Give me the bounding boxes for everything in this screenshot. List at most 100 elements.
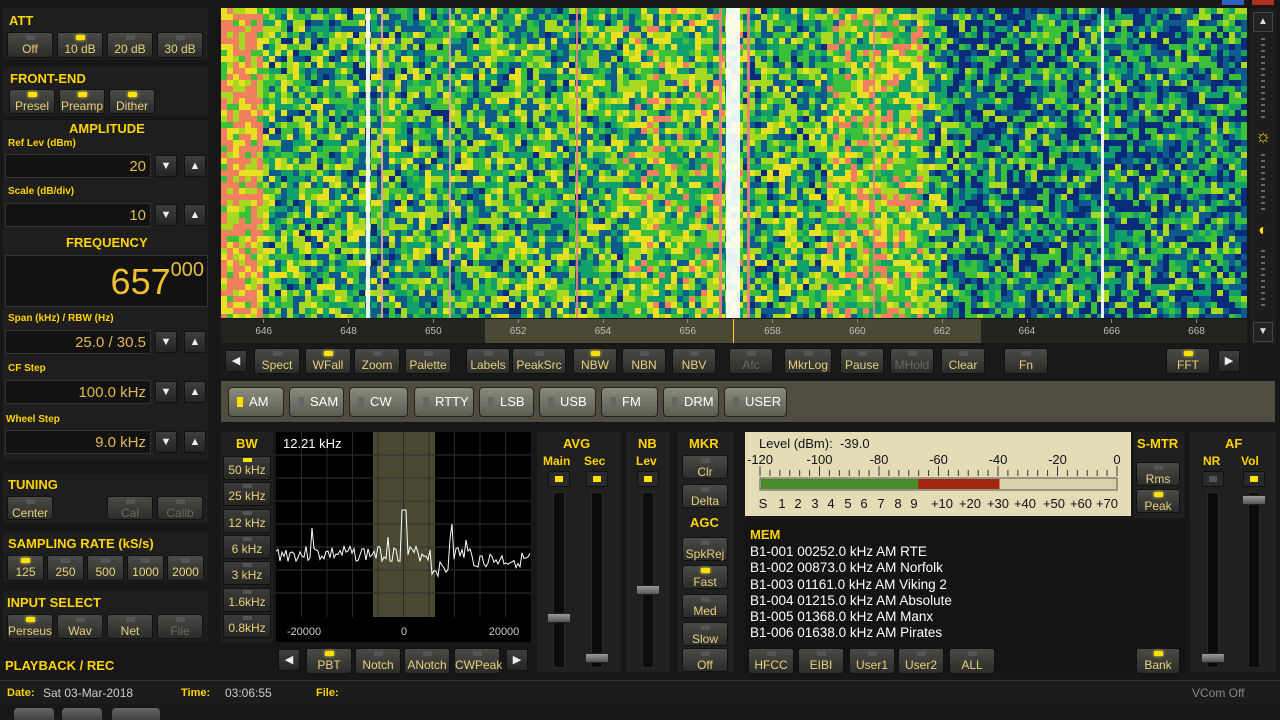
bw-3-khz-button[interactable]: 3 kHz <box>223 561 271 586</box>
avg-sec-toggle[interactable] <box>586 471 608 487</box>
filter-pbt-button[interactable]: PBT <box>306 648 352 674</box>
cf-step-field[interactable]: 100.0 kHz <box>5 380 151 404</box>
bw-6-khz-button[interactable]: 6 kHz <box>223 534 271 559</box>
mem-eibi-button[interactable]: EIBI <box>798 648 844 674</box>
toolbar-nbv-button[interactable]: NBV <box>672 348 716 374</box>
memory-row[interactable]: B1-001 00252.0 kHz AM RTE <box>750 544 952 560</box>
wheel-step-up-button[interactable]: ▲ <box>184 431 206 453</box>
span-down-button[interactable]: ▼ <box>155 331 177 353</box>
filter-right-button[interactable]: ▶ <box>506 649 528 671</box>
window-control-icon[interactable] <box>1222 0 1244 5</box>
cf-step-up-button[interactable]: ▲ <box>184 381 206 403</box>
mode-am-button[interactable]: AM <box>228 387 284 417</box>
nr-knob[interactable] <box>1201 653 1225 663</box>
forward-button[interactable] <box>62 708 102 720</box>
toolbar-pause-button[interactable]: Pause <box>840 348 884 374</box>
avg-main-knob[interactable] <box>547 613 571 623</box>
ref-level-up-button[interactable]: ▲ <box>184 155 206 177</box>
frontend-preamp-button[interactable]: Preamp <box>59 89 105 114</box>
volume-knob[interactable] <box>1242 495 1266 505</box>
toolbar-palette-button[interactable]: Palette <box>405 348 451 374</box>
wheel-step-field[interactable]: 9.0 kHz <box>5 430 151 454</box>
mem-bank-button[interactable]: Bank <box>1136 648 1180 674</box>
toolbar-left-button[interactable]: ◀ <box>225 350 247 372</box>
memory-row[interactable]: B1-004 01215.0 kHz AM Absolute <box>750 593 952 609</box>
toolbar-nbw-button[interactable]: NBW <box>573 348 617 374</box>
record-button[interactable] <box>112 708 160 720</box>
toolbar-peaksrc-button[interactable]: PeakSrc <box>512 348 566 374</box>
mode-usb-button[interactable]: USB <box>539 387 596 417</box>
avg-main-slider[interactable] <box>547 492 571 668</box>
mode-cw-button[interactable]: CW <box>349 387 408 417</box>
avg-sec-slider[interactable] <box>585 492 609 668</box>
input-net-button[interactable]: Net <box>107 614 153 639</box>
att-off-button[interactable]: Off <box>7 32 53 58</box>
toolbar-afc-button[interactable]: Afc <box>729 348 773 374</box>
scale-field[interactable]: 10 <box>5 203 151 227</box>
vol-toggle[interactable] <box>1243 471 1265 487</box>
frequency-scale[interactable]: 646 648 650 652 654 656 658 660 662 664 666 668 <box>221 319 1247 343</box>
wheel-step-down-button[interactable]: ▼ <box>155 431 177 453</box>
filter-notch-button[interactable]: Notch <box>355 648 401 674</box>
toolbar-right-button[interactable]: ▶ <box>1218 350 1240 372</box>
toolbar-zoom-button[interactable]: Zoom <box>354 348 400 374</box>
att-30-db-button[interactable]: 30 dB <box>157 32 203 58</box>
filter-cwpeak-button[interactable]: CWPeak <box>454 648 502 674</box>
toolbar-fft-button[interactable]: FFT <box>1166 348 1210 374</box>
sampling-500-button[interactable]: 500 <box>87 555 124 581</box>
att-10-db-button[interactable]: 10 dB <box>57 32 103 58</box>
brightness-icon[interactable]: ☼ <box>1252 126 1274 148</box>
filter-anotch-button[interactable]: ANotch <box>404 648 450 674</box>
avg-main-toggle[interactable] <box>548 471 570 487</box>
mkr-clr-button[interactable]: Clr <box>682 455 728 479</box>
scale-down-button[interactable]: ▼ <box>155 204 177 226</box>
bw-25-khz-button[interactable]: 25 kHz <box>223 482 271 507</box>
scroll-down-button[interactable]: ▼ <box>1253 322 1273 342</box>
agc-fast-button[interactable]: Fast <box>682 565 728 589</box>
mode-fm-button[interactable]: FM <box>601 387 658 417</box>
mode-sam-button[interactable]: SAM <box>289 387 344 417</box>
input-file-button[interactable]: File <box>157 614 203 639</box>
smtr-peak-button[interactable]: Peak <box>1136 489 1180 513</box>
att-20-db-button[interactable]: 20 dB <box>107 32 153 58</box>
mem-hfcc-button[interactable]: HFCC <box>748 648 794 674</box>
ref-level-down-button[interactable]: ▼ <box>155 155 177 177</box>
input-wav-button[interactable]: Wav <box>57 614 103 639</box>
smtr-rms-button[interactable]: Rms <box>1136 462 1180 486</box>
sampling-125-button[interactable]: 125 <box>7 555 44 581</box>
cf-step-down-button[interactable]: ▼ <box>155 381 177 403</box>
memory-row[interactable]: B1-006 01638.0 kHz AM Pirates <box>750 625 952 641</box>
input-perseus-button[interactable]: Perseus <box>7 614 53 639</box>
agc-spkrej-button[interactable]: SpkRej <box>682 537 728 561</box>
memory-row[interactable]: B1-003 01161.0 kHz AM Viking 2 <box>750 577 952 593</box>
nb-level-knob[interactable] <box>636 585 660 595</box>
frontend-dither-button[interactable]: Dither <box>109 89 155 114</box>
toolbar-mhold-button[interactable]: MHold <box>890 348 934 374</box>
avg-sec-knob[interactable] <box>585 653 609 663</box>
memory-row[interactable]: B1-005 01368.0 kHz AM Manx <box>750 609 952 625</box>
agc-slow-button[interactable]: Slow <box>682 622 728 646</box>
mem-all-button[interactable]: ALL <box>949 648 995 674</box>
frequency-display[interactable]: 657000 <box>5 255 208 307</box>
filter-left-button[interactable]: ◀ <box>278 649 300 671</box>
agc-off-button[interactable]: Off <box>682 648 728 672</box>
tuning-center-button[interactable]: Center <box>7 496 53 520</box>
mem-user1-button[interactable]: User1 <box>849 648 895 674</box>
nb-level-slider[interactable] <box>636 492 660 668</box>
mode-drm-button[interactable]: DRM <box>663 387 719 417</box>
sampling-1000-button[interactable]: 1000 <box>127 555 164 581</box>
sampling-250-button[interactable]: 250 <box>47 555 84 581</box>
toolbar-nbn-button[interactable]: NBN <box>622 348 666 374</box>
bw-12-khz-button[interactable]: 12 kHz <box>223 508 271 533</box>
mem-user2-button[interactable]: User2 <box>898 648 944 674</box>
toolbar-clear-button[interactable]: Clear <box>941 348 985 374</box>
sampling-2000-button[interactable]: 2000 <box>167 555 204 581</box>
bw-1-6khz-button[interactable]: 1.6kHz <box>223 587 271 612</box>
mode-user-button[interactable]: USER <box>724 387 787 417</box>
span-up-button[interactable]: ▲ <box>184 331 206 353</box>
volume-slider[interactable] <box>1242 492 1266 668</box>
scale-up-button[interactable]: ▲ <box>184 204 206 226</box>
play-button[interactable] <box>14 708 54 720</box>
nb-toggle[interactable] <box>637 471 659 487</box>
ref-level-field[interactable]: 20 <box>5 154 151 178</box>
